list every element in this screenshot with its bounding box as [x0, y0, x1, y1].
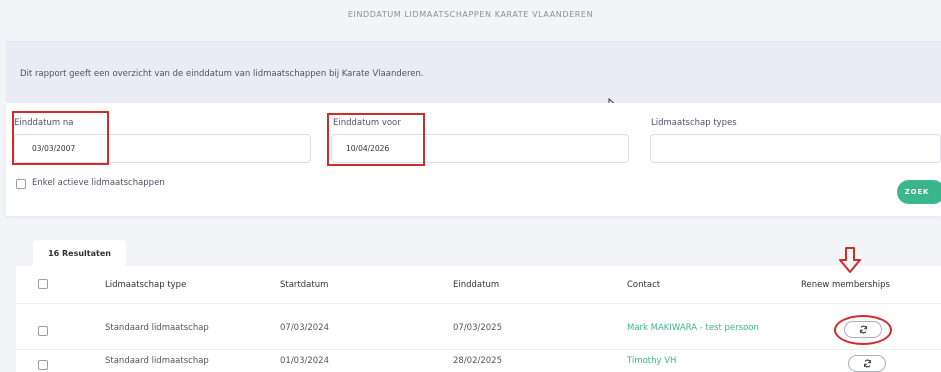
- row-divider: [16, 303, 941, 304]
- enkel-actieve-label: Enkel actieve lidmaatschappen: [32, 178, 165, 188]
- column-header-renew: Renew memberships: [801, 280, 890, 290]
- column-header-startdatum[interactable]: Startdatum: [280, 280, 328, 290]
- row-contact-link[interactable]: Timothy VH: [627, 356, 676, 366]
- row-divider: [16, 349, 941, 350]
- select-all-checkbox[interactable]: [38, 279, 48, 289]
- refresh-icon: [863, 359, 871, 368]
- row-contact-link[interactable]: Mark MAKIWARA - test persoon: [627, 323, 759, 333]
- row-checkbox[interactable]: [38, 326, 48, 336]
- lidmaatschap-types-label: Lidmaatschap types: [651, 118, 737, 128]
- row-startdatum: 07/03/2024: [280, 323, 329, 333]
- info-text: Dit rapport geeft een overzicht van de e…: [20, 69, 424, 79]
- row-startdatum: 01/03/2024: [280, 356, 329, 366]
- enkel-actieve-checkbox[interactable]: [16, 179, 26, 189]
- row-type: Standaard lidmaatschap: [105, 323, 209, 333]
- row-type: Standaard lidmaatschap: [105, 356, 209, 366]
- tab-results[interactable]: 16 Resultaten: [33, 240, 126, 267]
- row-checkbox[interactable]: [38, 360, 48, 370]
- annotation-box-einddatum-na: [12, 111, 109, 165]
- row-einddatum: 07/03/2025: [453, 323, 502, 333]
- annotation-box-einddatum-voor: [327, 113, 425, 166]
- down-arrow-icon: [839, 247, 861, 273]
- lidmaatschap-types-select[interactable]: [650, 134, 941, 163]
- row-einddatum: 28/02/2025: [453, 356, 502, 366]
- column-header-type[interactable]: Lidmaatschap type: [105, 280, 186, 290]
- column-header-einddatum[interactable]: Einddatum: [453, 280, 499, 290]
- renew-button[interactable]: [848, 355, 886, 372]
- page-title: EINDDATUM LIDMAATSCHAPPEN KARATE VLAANDE…: [347, 10, 594, 19]
- renew-button[interactable]: [844, 321, 882, 338]
- zoek-button[interactable]: ZOEK: [896, 179, 941, 205]
- column-header-contact[interactable]: Contact: [627, 280, 660, 290]
- refresh-icon: [859, 325, 867, 334]
